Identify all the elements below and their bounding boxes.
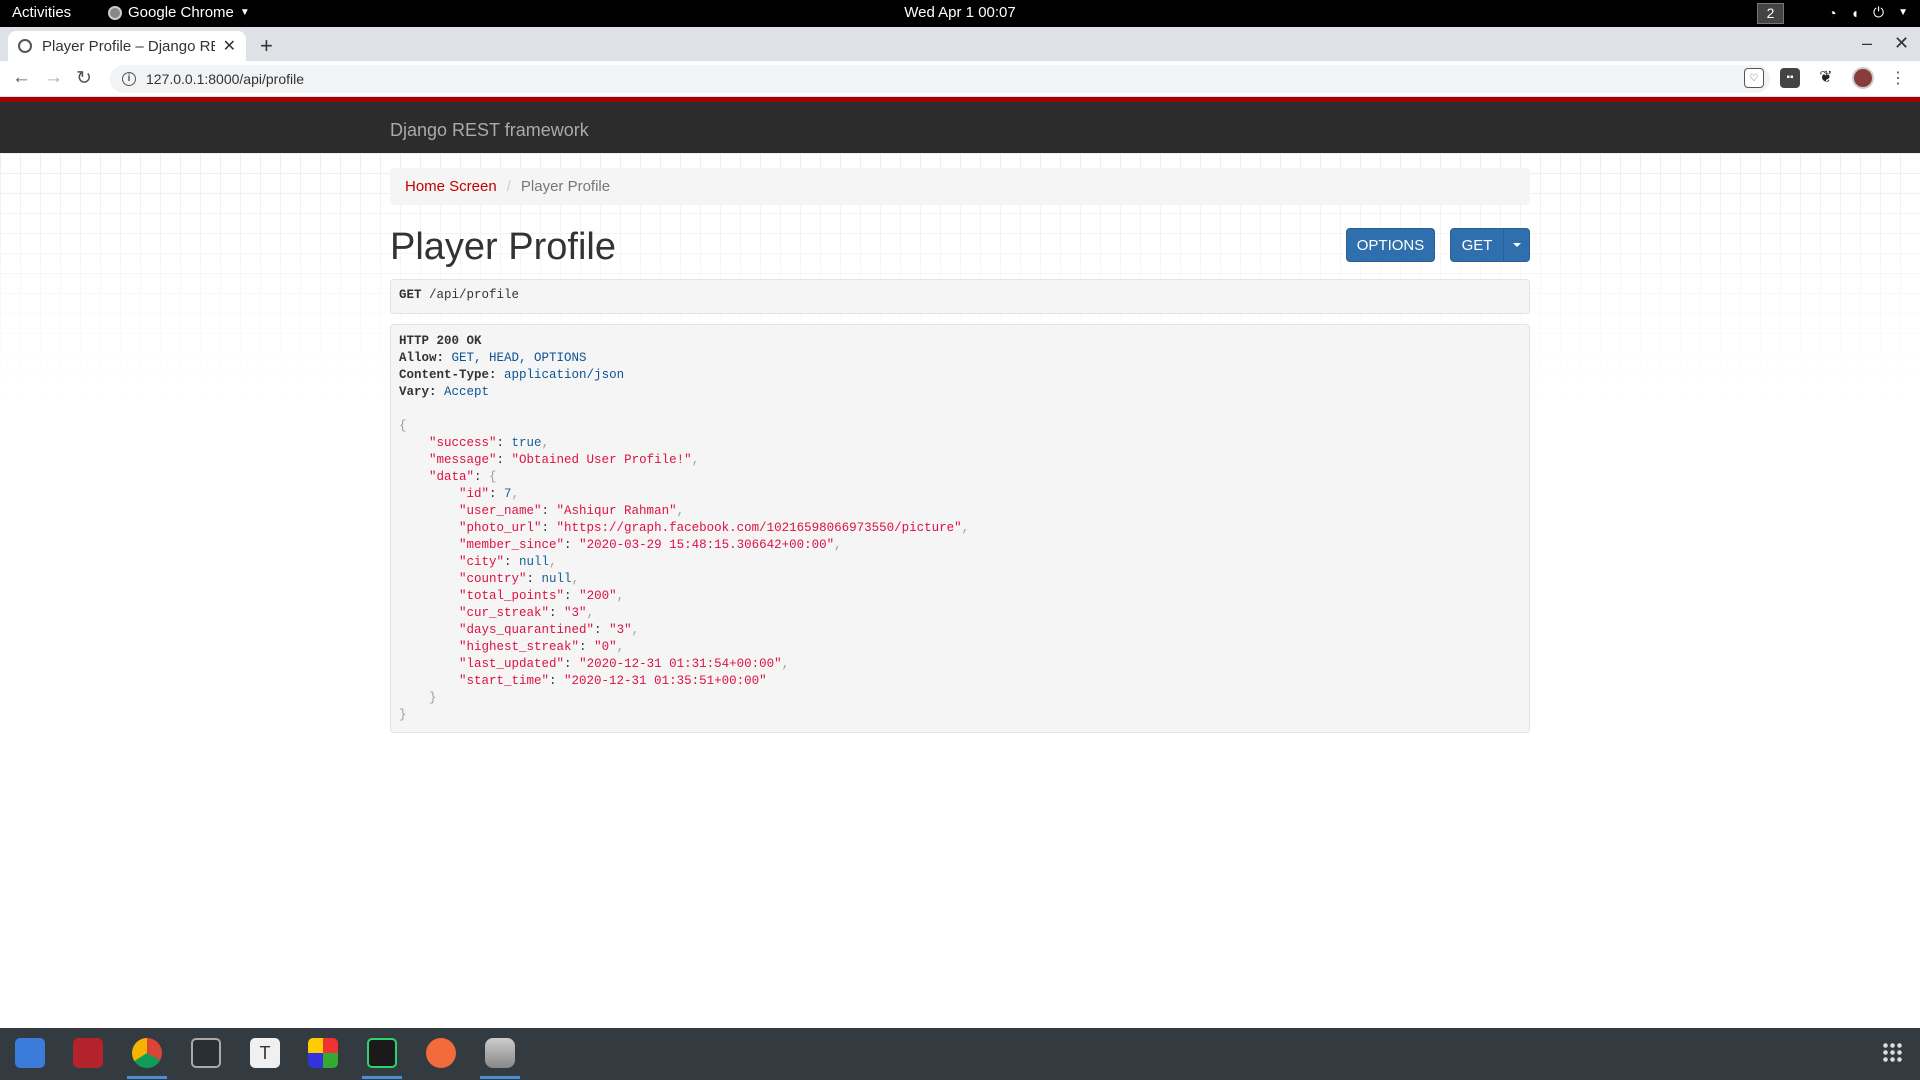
minimize-icon[interactable]: – bbox=[1862, 33, 1872, 54]
app-menu[interactable]: Google Chrome ▼ bbox=[108, 4, 250, 21]
new-tab-button[interactable]: + bbox=[260, 33, 273, 59]
json-value-country: null bbox=[541, 572, 572, 586]
breadcrumb: Home Screen / Player Profile bbox=[390, 168, 1530, 205]
json-value-city: null bbox=[519, 555, 550, 569]
request-path: /api/profile bbox=[429, 288, 520, 302]
menu-icon[interactable]: ⋮ bbox=[1890, 68, 1906, 88]
browser-tab[interactable]: Player Profile – Django RE ✕ bbox=[8, 31, 246, 61]
tab-strip: Player Profile – Django RE ✕ + – ✕ bbox=[0, 27, 1920, 61]
json-value-member-since: "2020-03-29 15:48:15.306642+00:00" bbox=[579, 538, 835, 552]
clock[interactable]: Wed Apr 1 00:07 bbox=[904, 4, 1015, 21]
postman-icon[interactable] bbox=[426, 1038, 456, 1068]
activities-button[interactable]: Activities bbox=[12, 4, 71, 21]
active-indicator bbox=[127, 1076, 167, 1079]
power-icon: ⏻ bbox=[1873, 4, 1885, 20]
json-value-success: true bbox=[511, 436, 542, 450]
header-name: Content-Type: bbox=[399, 368, 497, 382]
system-tray[interactable]: ◔ ◖ ⏻ ▼ bbox=[1828, 4, 1908, 21]
profile-avatar[interactable] bbox=[1852, 67, 1874, 89]
tab-title: Player Profile – Django RE bbox=[42, 37, 215, 55]
close-tab-icon[interactable]: ✕ bbox=[223, 36, 236, 56]
breadcrumb-separator: / bbox=[506, 178, 511, 195]
close-window-icon[interactable]: ✕ bbox=[1894, 33, 1909, 54]
json-value-days-quarantined: "3" bbox=[609, 623, 632, 637]
response-info: HTTP 200 OK Allow: GET, HEAD, OPTIONS Co… bbox=[390, 324, 1530, 733]
back-icon[interactable]: ← bbox=[12, 67, 31, 89]
json-value-message: "Obtained User Profile!" bbox=[511, 453, 692, 467]
json-value-highest-streak: "0" bbox=[594, 640, 617, 654]
system-monitor-icon[interactable] bbox=[191, 1038, 221, 1068]
extension-icon[interactable]: ▪▪ bbox=[1780, 68, 1800, 88]
options-button[interactable]: OPTIONS bbox=[1346, 228, 1435, 262]
office-icon[interactable] bbox=[308, 1038, 338, 1068]
terminal-icon[interactable] bbox=[73, 1038, 103, 1068]
json-value-photo-url: "https://graph.facebook.com/102165980669… bbox=[556, 521, 962, 535]
drf-brand[interactable]: Django REST framework bbox=[390, 120, 589, 141]
pycharm-icon[interactable] bbox=[367, 1038, 397, 1068]
json-value-start-time: "2020-12-31 01:35:51+00:00" bbox=[564, 674, 767, 688]
header-name: Allow: bbox=[399, 351, 445, 365]
site-info-icon[interactable]: i bbox=[122, 72, 136, 86]
json-value-total-points: "200" bbox=[579, 589, 617, 603]
get-format-dropdown[interactable] bbox=[1503, 228, 1530, 262]
chrome-icon[interactable] bbox=[132, 1038, 162, 1068]
get-button[interactable]: GET bbox=[1450, 228, 1504, 262]
taskbar: T bbox=[0, 1028, 1920, 1080]
files-icon[interactable] bbox=[15, 1038, 45, 1068]
page-header: Player Profile OPTIONS GET bbox=[390, 221, 1530, 271]
forward-icon[interactable]: → bbox=[44, 67, 63, 89]
request-method: GET bbox=[399, 288, 422, 302]
workspace-indicator[interactable]: 2 bbox=[1757, 3, 1784, 24]
pocket-icon[interactable]: ♡ bbox=[1744, 68, 1764, 88]
active-indicator bbox=[480, 1076, 520, 1079]
system-top-bar: Activities Google Chrome ▼ Wed Apr 1 00:… bbox=[0, 0, 1920, 27]
app-menu-label: Google Chrome bbox=[128, 4, 234, 21]
database-icon[interactable] bbox=[485, 1038, 515, 1068]
json-value-id: 7 bbox=[504, 487, 512, 501]
header-name: Vary: bbox=[399, 385, 437, 399]
url-text: 127.0.0.1:8000/api/profile bbox=[146, 71, 305, 87]
breadcrumb-current: Player Profile bbox=[520, 178, 611, 195]
breadcrumb-home-link[interactable]: Home Screen bbox=[405, 178, 497, 195]
show-apps-icon[interactable] bbox=[1882, 1042, 1904, 1064]
header-value: application/json bbox=[504, 368, 625, 382]
chevron-down-icon: ▼ bbox=[239, 7, 250, 18]
header-value: GET, HEAD, OPTIONS bbox=[451, 351, 587, 365]
reload-icon[interactable]: ↻ bbox=[76, 67, 92, 90]
json-value-last-updated: "2020-12-31 01:31:54+00:00" bbox=[579, 657, 782, 671]
response-status: HTTP 200 OK bbox=[399, 334, 482, 348]
globe-icon bbox=[18, 39, 32, 53]
json-value-cur-streak: "3" bbox=[564, 606, 587, 620]
browser-toolbar: ← → ↻ i 127.0.0.1:8000/api/profile ☆ ♡ ▪… bbox=[0, 61, 1920, 97]
leaf-extension-icon[interactable]: ❦ bbox=[1816, 68, 1836, 88]
json-value-user-name: "Ashiqur Rahman" bbox=[556, 504, 677, 518]
chrome-icon bbox=[108, 5, 122, 20]
drf-navbar: Django REST framework bbox=[0, 97, 1920, 153]
caret-down-icon bbox=[1512, 243, 1521, 247]
wifi-icon: ◔ bbox=[1828, 4, 1837, 21]
text-editor-icon[interactable]: T bbox=[250, 1038, 280, 1068]
volume-icon: ◖ bbox=[1850, 4, 1860, 21]
address-bar[interactable]: i 127.0.0.1:8000/api/profile ☆ bbox=[110, 65, 1770, 93]
header-value: Accept bbox=[444, 385, 490, 399]
page-title: Player Profile bbox=[390, 226, 616, 268]
main-content: Home Screen / Player Profile Player Prof… bbox=[390, 168, 1530, 733]
extension-icons: ♡ ▪▪ ❦ ⋮ bbox=[1744, 67, 1906, 89]
request-info: GET /api/profile bbox=[390, 279, 1530, 314]
chevron-down-icon: ▼ bbox=[1898, 7, 1908, 18]
active-indicator bbox=[362, 1076, 402, 1079]
